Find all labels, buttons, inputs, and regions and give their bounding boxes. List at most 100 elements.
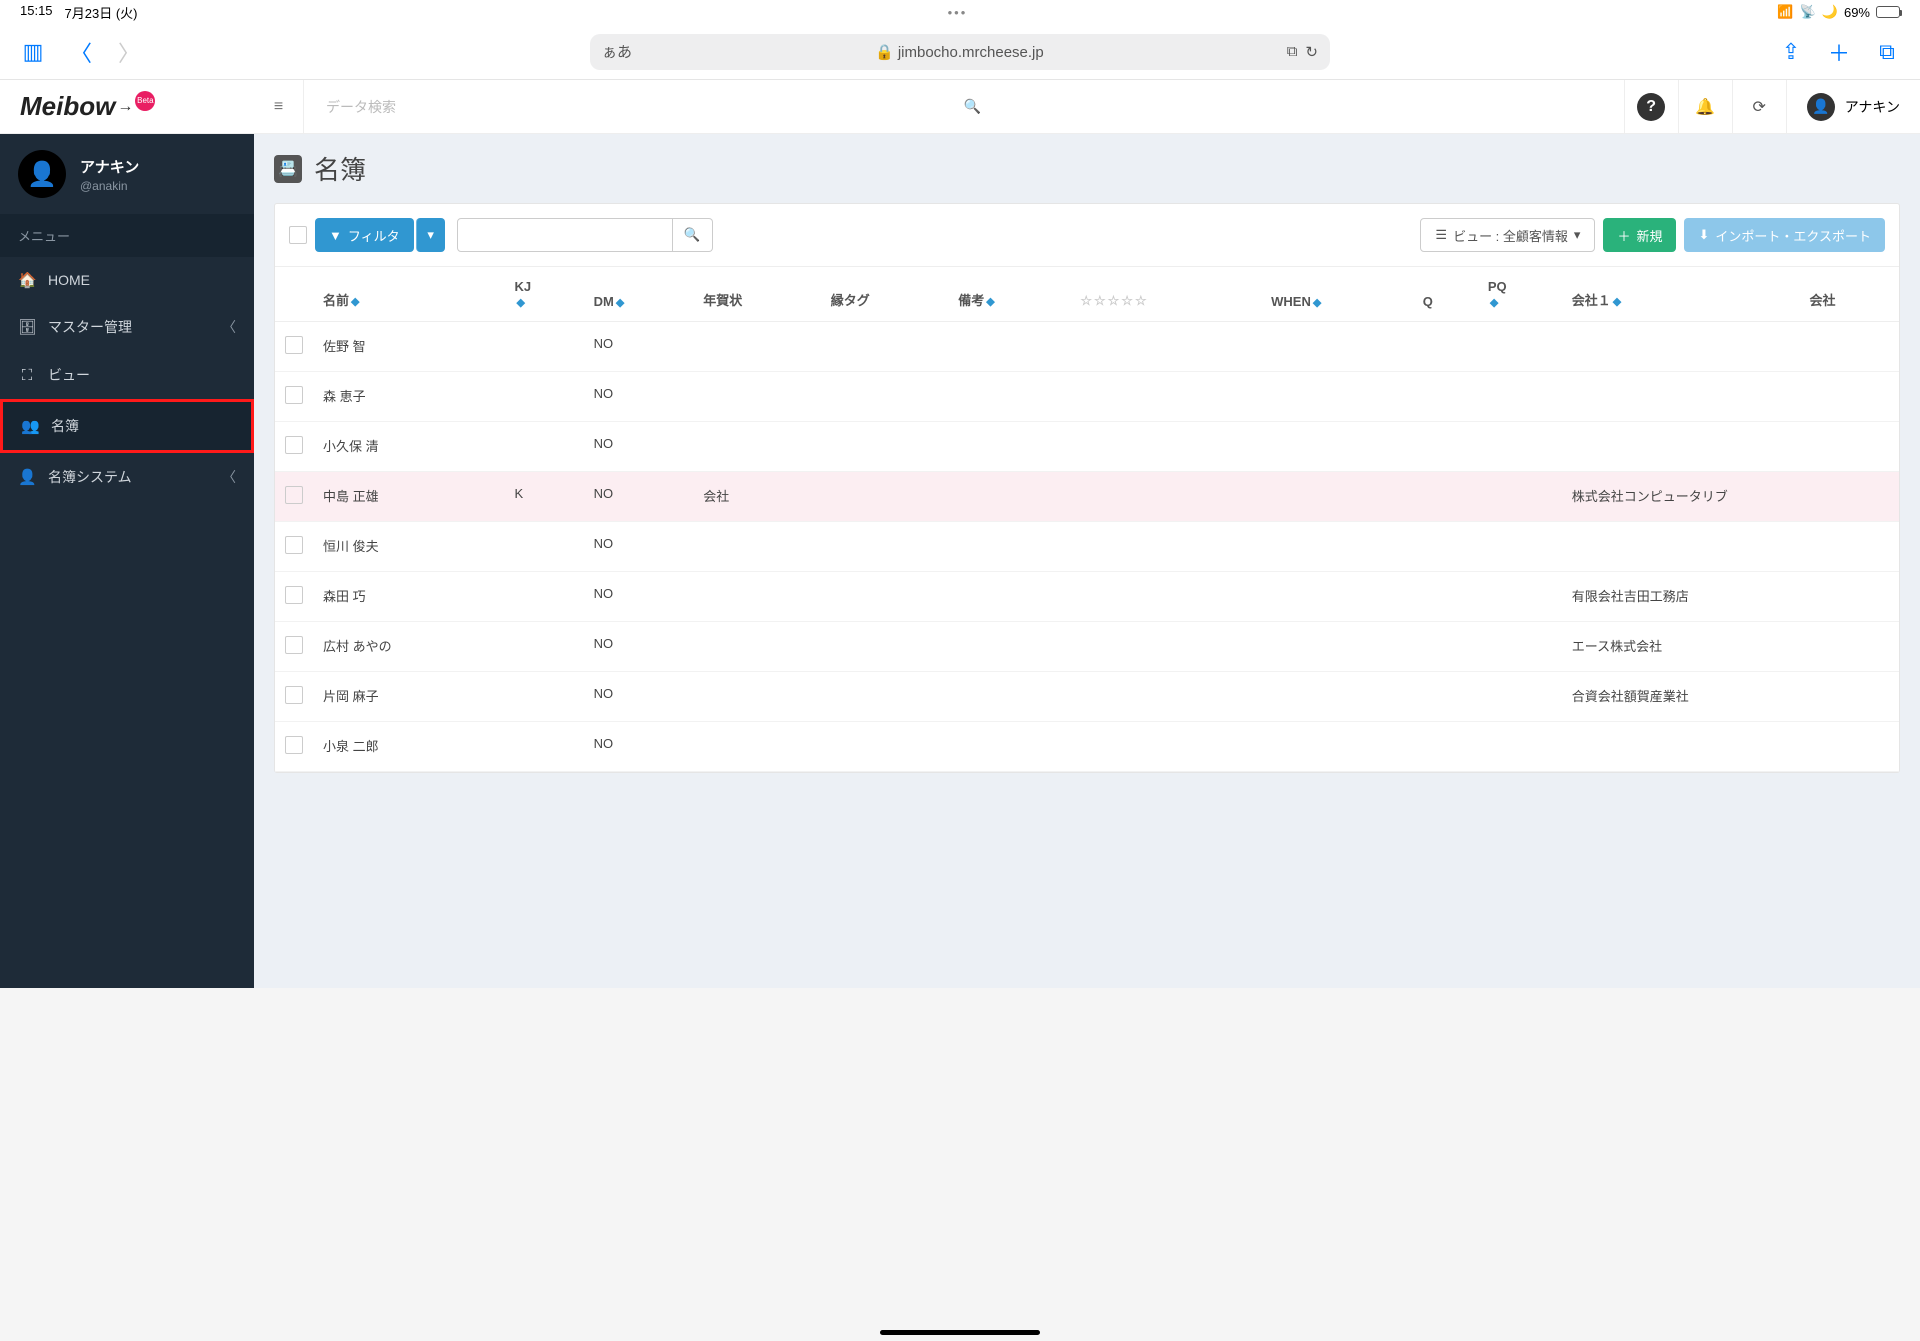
col-kj[interactable]: KJ◆: [505, 267, 584, 322]
logo[interactable]: Meibow → Beta: [0, 80, 254, 134]
filter-dropdown[interactable]: ▾: [416, 218, 445, 252]
import-export-button[interactable]: ⬇ インポート・エクスポート: [1684, 218, 1885, 252]
user-menu[interactable]: 👤 アナキン: [1786, 80, 1920, 133]
help-button[interactable]: ?: [1624, 80, 1678, 133]
forward-button[interactable]: 〉: [114, 36, 144, 68]
nav-system[interactable]: 👤 名簿システム 〈: [0, 453, 254, 501]
col-biko[interactable]: 備考◆: [948, 267, 1070, 322]
cell-kaisha2: [1799, 472, 1899, 522]
cell-stars: [1070, 372, 1261, 422]
back-button[interactable]: 〈: [66, 36, 96, 68]
profile-block[interactable]: 👤 アナキン @anakin: [0, 134, 254, 214]
cell-nengajo: [693, 372, 821, 422]
nav-home[interactable]: 🏠 HOME: [0, 257, 254, 303]
col-name[interactable]: 名前◆: [313, 267, 505, 322]
col-tag[interactable]: 縁タグ: [821, 267, 949, 322]
hamburger-button[interactable]: ≡: [254, 80, 304, 133]
table-row[interactable]: 中島 正雄KNO会社株式会社コンピュータリブ: [275, 472, 1899, 522]
cell-tag: [821, 522, 949, 572]
filter-button[interactable]: ▼ フィルタ: [315, 218, 414, 252]
nav-master[interactable]: 🗄 マスター管理 〈: [0, 303, 254, 351]
cell-biko: [948, 522, 1070, 572]
cell-kaisha2: [1799, 722, 1899, 772]
cell-nengajo: [693, 422, 821, 472]
table-row[interactable]: 小久保 清NO: [275, 422, 1899, 472]
table-search-button[interactable]: 🔍: [673, 218, 713, 252]
cell-kj: [505, 572, 584, 622]
global-search[interactable]: データ検索 🔍: [304, 97, 1624, 117]
cell-name: 小泉 二郎: [313, 722, 505, 772]
nav-view[interactable]: ⛶ ビュー: [0, 351, 254, 399]
share-icon[interactable]: ⇪: [1776, 39, 1806, 65]
cell-biko: [948, 672, 1070, 722]
cell-kaisha2: [1799, 572, 1899, 622]
row-checkbox[interactable]: [285, 736, 303, 754]
table-row[interactable]: 片岡 麻子NO合資会社額賀産業社: [275, 672, 1899, 722]
cell-dm: NO: [584, 472, 694, 522]
refresh-button[interactable]: ⟳: [1732, 80, 1786, 133]
col-pq[interactable]: PQ◆: [1478, 267, 1562, 322]
cell-q: [1413, 422, 1478, 472]
wifi-icon: 📡: [1800, 4, 1816, 20]
cell-biko: [948, 572, 1070, 622]
row-checkbox[interactable]: [285, 636, 303, 654]
row-checkbox[interactable]: [285, 436, 303, 454]
cell-kaisha1: [1562, 372, 1800, 422]
cell-kj: [505, 722, 584, 772]
reader-button[interactable]: ぁあ: [602, 41, 632, 62]
cell-pq: [1478, 522, 1562, 572]
puzzle-icon[interactable]: ⧉: [1287, 43, 1298, 60]
row-checkbox[interactable]: [285, 586, 303, 604]
table-row[interactable]: 恒川 俊夫NO: [275, 522, 1899, 572]
filter-icon: ▼: [329, 228, 342, 243]
col-when[interactable]: WHEN◆: [1261, 267, 1413, 322]
cell-pq: [1478, 422, 1562, 472]
cell-q: [1413, 522, 1478, 572]
col-kaisha1[interactable]: 会社１◆: [1562, 267, 1800, 322]
table-row[interactable]: 森田 巧NO有限会社吉田工務店: [275, 572, 1899, 622]
cell-stars: [1070, 672, 1261, 722]
col-stars[interactable]: ☆☆☆☆☆: [1070, 267, 1261, 322]
select-all-checkbox[interactable]: [289, 226, 307, 244]
battery-icon: [1876, 6, 1900, 18]
cell-pq: [1478, 722, 1562, 772]
table-row[interactable]: 広村 あやのNOエース株式会社: [275, 622, 1899, 672]
cell-biko: [948, 372, 1070, 422]
tabs-icon[interactable]: ⧉: [1872, 39, 1902, 65]
cell-nengajo: [693, 522, 821, 572]
table-row[interactable]: 森 恵子NO: [275, 372, 1899, 422]
view-selector-button[interactable]: ☰ ビュー : 全顧客情報 ▾: [1420, 218, 1595, 252]
row-checkbox[interactable]: [285, 486, 303, 504]
chevron-left-icon: 〈: [222, 467, 236, 487]
new-button[interactable]: ＋ 新規: [1603, 218, 1676, 252]
cell-dm: NO: [584, 522, 694, 572]
col-nengajo[interactable]: 年賀状: [693, 267, 821, 322]
view-icon: ⛶: [18, 367, 36, 384]
table-row[interactable]: 佐野 智NO: [275, 322, 1899, 372]
col-q[interactable]: Q: [1413, 267, 1478, 322]
row-checkbox[interactable]: [285, 336, 303, 354]
col-kaisha2[interactable]: 会社: [1799, 267, 1899, 322]
cell-when: [1261, 572, 1413, 622]
profile-handle: @anakin: [80, 179, 139, 193]
table-search-input[interactable]: [457, 218, 673, 252]
cell-tag: [821, 622, 949, 672]
notifications-button[interactable]: 🔔: [1678, 80, 1732, 133]
cell-pq: [1478, 572, 1562, 622]
nav-meibo[interactable]: 👥 名簿: [0, 399, 254, 453]
table-row[interactable]: 小泉 二郎NO: [275, 722, 1899, 772]
cell-kaisha1: [1562, 722, 1800, 772]
home-indicator[interactable]: [880, 1330, 1040, 1335]
col-dm[interactable]: DM◆: [584, 267, 694, 322]
cell-when: [1261, 322, 1413, 372]
cell-kaisha1: エース株式会社: [1562, 622, 1800, 672]
sidebar-toggle-icon[interactable]: ▥: [18, 39, 48, 65]
new-tab-icon[interactable]: ＋: [1824, 36, 1854, 68]
reload-icon[interactable]: ↻: [1305, 43, 1318, 61]
cell-when: [1261, 622, 1413, 672]
row-checkbox[interactable]: [285, 686, 303, 704]
url-bar[interactable]: ぁあ 🔒 jimbocho.mrcheese.jp ⧉ ↻: [590, 34, 1330, 70]
cell-pq: [1478, 472, 1562, 522]
row-checkbox[interactable]: [285, 386, 303, 404]
row-checkbox[interactable]: [285, 536, 303, 554]
